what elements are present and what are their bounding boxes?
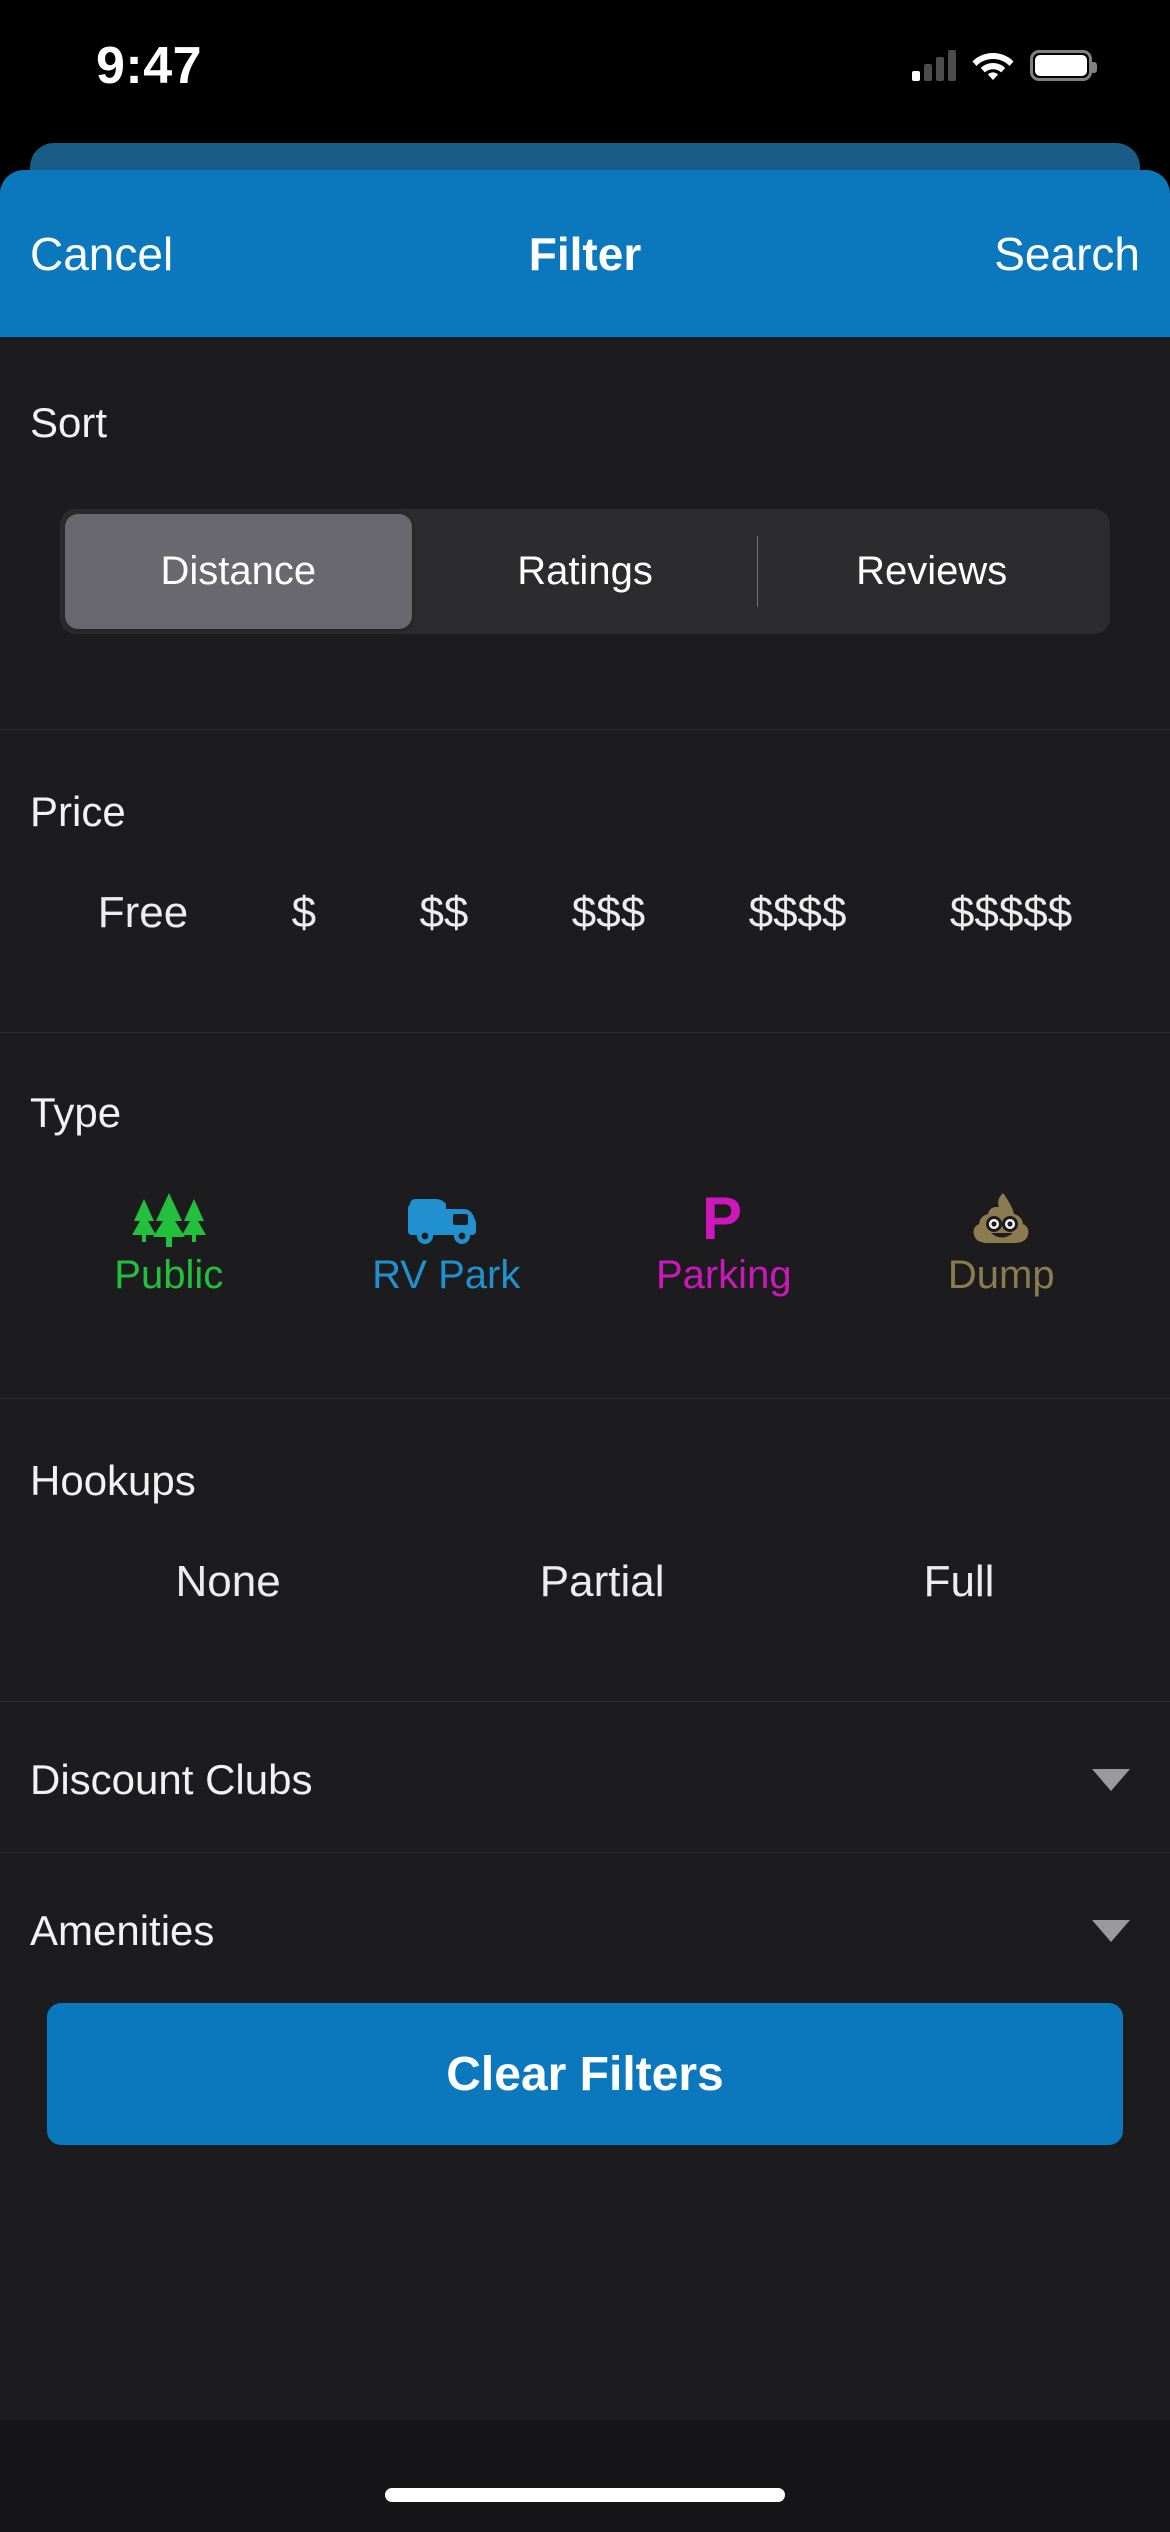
hookups-option-partial[interactable]: Partial [540,1557,665,1607]
clear-filters-button[interactable]: Clear Filters [47,2003,1123,2145]
sort-option-distance-label: Distance [160,549,317,593]
pine-trees-icon [124,1189,214,1247]
amenities-label: Amenities [30,1907,215,1954]
svg-text:P: P [702,1189,742,1247]
type-option-parking-label: Parking [655,1253,792,1297]
price-option-free[interactable]: Free [98,888,188,938]
price-option-4[interactable]: $$$$ [749,888,847,938]
price-option-3[interactable]: $$$ [572,888,645,938]
battery-icon [1030,49,1097,81]
sort-option-ratings[interactable]: Ratings [412,514,759,629]
search-button[interactable]: Search [994,227,1140,281]
type-options-row: Public RV Park P Parking Dump [0,1189,1170,1298]
sort-segmented-wrap: Distance Ratings Reviews [0,447,1170,634]
hookups-option-none[interactable]: None [176,1557,281,1607]
filter-sheet: Cancel Filter Search Sort Distance Ratin… [0,170,1170,2500]
status-bar-time: 9:47 [96,37,203,95]
sort-option-ratings-label: Ratings [517,549,653,593]
type-section-label: Type [30,1089,122,1136]
poop-emoji-icon [970,1189,1032,1247]
cancel-button[interactable]: Cancel [30,227,173,281]
type-option-rv-park-label: RV Park [372,1253,521,1297]
sort-option-reviews-label: Reviews [856,549,1008,593]
filter-navbar: Cancel Filter Search [0,170,1170,337]
type-option-rv-park[interactable]: RV Park [346,1189,546,1298]
type-option-dump[interactable]: Dump [901,1189,1101,1298]
chevron-down-icon[interactable] [1092,1769,1130,1791]
status-bar: 9:47 [0,0,1170,140]
type-option-public[interactable]: Public [69,1189,269,1298]
price-option-2[interactable]: $$ [419,888,468,938]
phone-screen: 9:47 Cancel Filter Search Sort Distance … [0,0,1170,2532]
price-options-row: Free $ $$ $$$ $$$$ $$$$$ [0,888,1170,938]
sort-section-label: Sort [30,399,108,446]
parking-p-icon: P [694,1189,754,1247]
rv-camper-icon [406,1189,486,1247]
home-indicator[interactable] [385,2488,785,2502]
cellular-signal-icon [912,49,956,81]
sort-option-distance[interactable]: Distance [65,514,412,629]
amenities-row[interactable]: Amenities [0,1883,1170,1979]
sort-segmented-control[interactable]: Distance Ratings Reviews [60,509,1110,634]
type-option-dump-label: Dump [947,1253,1055,1297]
discount-clubs-label: Discount Clubs [30,1756,313,1803]
filter-content: Sort Distance Ratings Reviews Price Free… [0,337,1170,2500]
bottom-bar [0,2420,1170,2532]
price-option-5[interactable]: $$$$$ [950,888,1072,938]
clear-filters-wrap: Clear Filters [0,2003,1170,2145]
hookups-option-full[interactable]: Full [924,1557,995,1607]
discount-clubs-row[interactable]: Discount Clubs [0,1732,1170,1828]
chevron-down-icon[interactable] [1092,1920,1130,1942]
hookups-section-label: Hookups [30,1457,196,1504]
status-bar-indicators [912,40,1097,90]
price-option-1[interactable]: $ [292,888,316,938]
sort-option-reviews[interactable]: Reviews [758,514,1105,629]
price-section-label: Price [30,788,126,835]
type-option-parking[interactable]: P Parking [624,1189,824,1298]
hookups-options-row: None Partial Full [0,1557,1170,1607]
type-option-public-label: Public [114,1253,224,1297]
wifi-icon [972,49,1014,81]
